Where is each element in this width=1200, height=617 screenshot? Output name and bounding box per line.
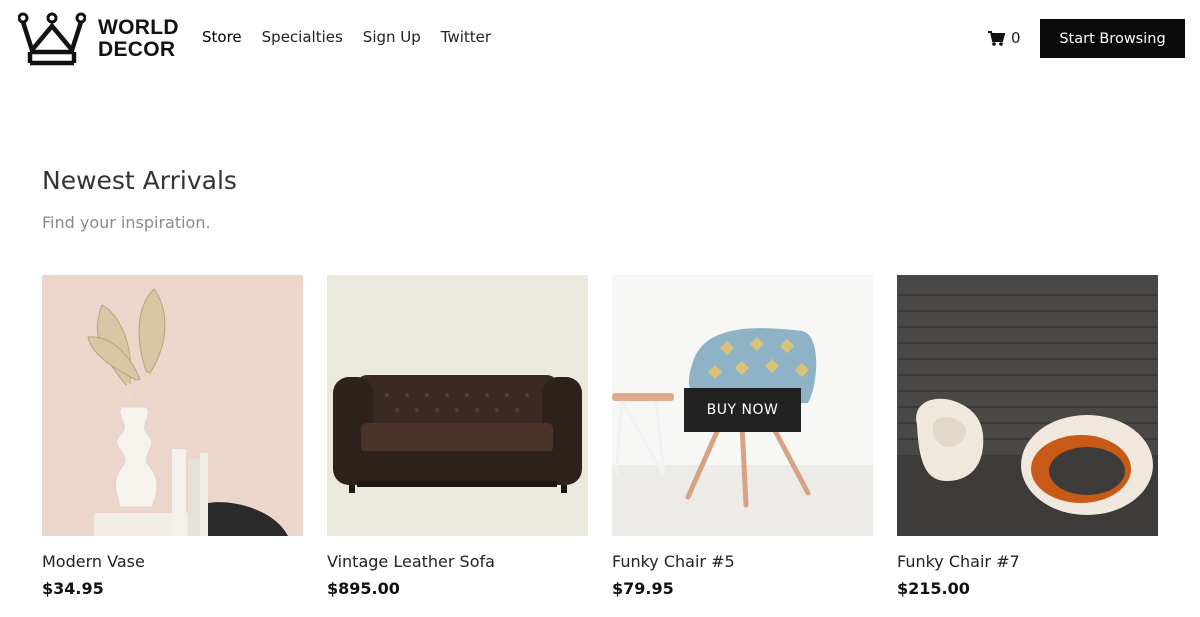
product-name[interactable]: Modern Vase bbox=[42, 552, 303, 571]
nav-twitter[interactable]: Twitter bbox=[441, 28, 491, 46]
cart-icon bbox=[988, 30, 1005, 46]
brand-logo[interactable]: WORLD DECOR bbox=[18, 10, 179, 68]
product-image-vase[interactable] bbox=[42, 275, 303, 536]
main-nav: Store Specialties Sign Up Twitter bbox=[202, 28, 491, 46]
product-name[interactable]: Funky Chair #7 bbox=[897, 552, 1158, 571]
start-browsing-button[interactable]: Start Browsing bbox=[1040, 19, 1185, 58]
product-price: $34.95 bbox=[42, 579, 104, 598]
product-image-sofa[interactable] bbox=[327, 275, 588, 536]
product-card[interactable]: Funky Chair #7 $215.00 bbox=[897, 275, 1158, 598]
product-name[interactable]: Funky Chair #5 bbox=[612, 552, 873, 571]
buy-now-button[interactable]: BUY NOW bbox=[684, 388, 801, 432]
nav-specialties[interactable]: Specialties bbox=[262, 28, 343, 46]
crown-icon bbox=[18, 12, 86, 66]
product-name[interactable]: Vintage Leather Sofa bbox=[327, 552, 588, 571]
site-header: WORLD DECOR Store Specialties Sign Up Tw… bbox=[0, 0, 1200, 76]
product-price: $215.00 bbox=[897, 579, 970, 598]
cart-count: 0 bbox=[1011, 29, 1021, 47]
product-card[interactable]: Modern Vase $34.95 bbox=[42, 275, 303, 598]
product-image-chair-7[interactable] bbox=[897, 275, 1158, 536]
product-price: $79.95 bbox=[612, 579, 674, 598]
nav-sign-up[interactable]: Sign Up bbox=[363, 28, 421, 46]
brand-name: WORLD DECOR bbox=[98, 17, 179, 61]
cart-button[interactable]: 0 bbox=[988, 29, 1021, 47]
brand-line-2: DECOR bbox=[98, 38, 176, 61]
nav-store[interactable]: Store bbox=[202, 28, 242, 46]
brand-line-1: WORLD bbox=[98, 16, 179, 39]
product-image-chair-5[interactable]: BUY NOW bbox=[612, 275, 873, 536]
section-subtitle: Find your inspiration. bbox=[42, 213, 211, 232]
product-price: $895.00 bbox=[327, 579, 400, 598]
product-card[interactable]: BUY NOW Funky Chair #5 $79.95 bbox=[612, 275, 873, 598]
product-card[interactable]: Vintage Leather Sofa $895.00 bbox=[327, 275, 588, 598]
section-title: Newest Arrivals bbox=[42, 166, 237, 195]
